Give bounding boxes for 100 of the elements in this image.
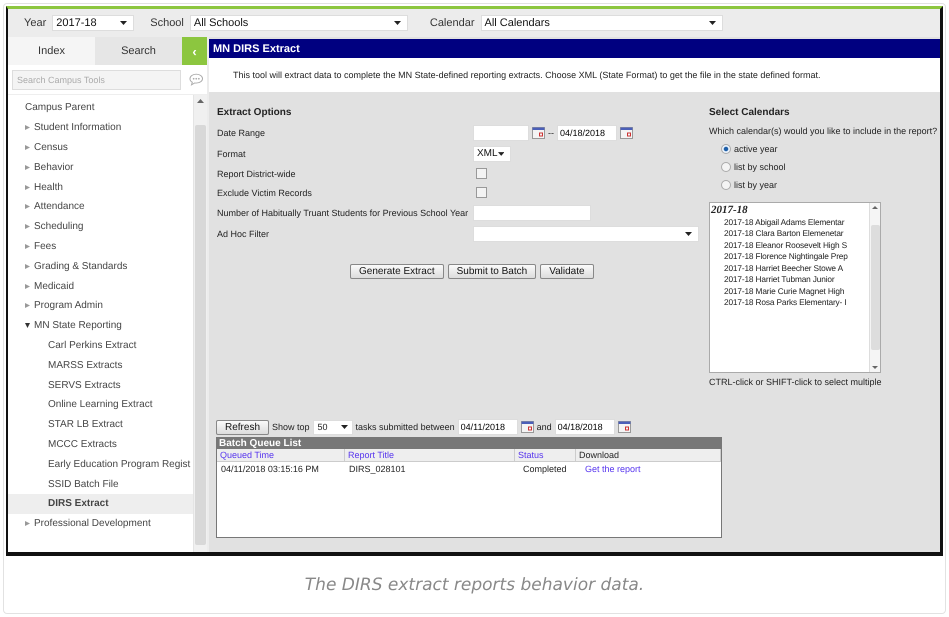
tree-item[interactable]: Carl Perkins Extract [8,336,193,356]
tree-item[interactable]: MCCC Extracts [8,434,193,454]
tree-item[interactable]: Grading & Standards [8,256,193,276]
field-label: Exclude Victim Records [217,188,313,198]
checkbox[interactable] [476,187,487,198]
caret-icon [340,425,348,429]
tree-item[interactable]: MARSS Extracts [8,355,193,376]
triangle-icon [25,323,30,328]
calendar-option[interactable]: 2017-18 Marie Curie Magnet High [711,286,869,297]
tree-item[interactable]: Professional Development [8,514,193,534]
tree-item[interactable]: Attendance [8,196,193,217]
calendar-question: Which calendar(s) would you like to include in the report? [709,125,938,138]
section-heading: Select Calendars [709,106,791,120]
report-link[interactable]: Get the report [576,464,641,474]
calendar-listbox[interactable] [709,202,881,373]
start-date-field[interactable] [473,124,529,140]
tree-item[interactable]: Scheduling [8,216,193,237]
action-button[interactable]: Generate Extract [350,264,444,279]
triangle-icon [25,244,30,249]
refresh-button[interactable]: Refresh [216,420,270,434]
calendar-icon[interactable] [620,126,633,138]
tree-item[interactable]: MN State Reporting [8,316,193,336]
description: This tool will extract data to complete the MN State-defined reporting extracts. Choose XML (State Format) to get the file in the state defined format. [209,58,940,92]
sidebar-tab[interactable]: Index [8,37,95,65]
from-date-field[interactable]: 04/11/2018 [458,419,518,435]
field-label: Number of Habitually Truant Students for Previous School Year [217,208,470,218]
caret-icon [120,21,128,25]
tree-item[interactable]: Campus Parent [8,98,193,118]
calendar-option[interactable]: 2017-18 Harriet Beecher Stowe A [711,262,869,274]
action-button[interactable]: Validate [540,264,594,279]
calendar-option[interactable]: 2017-18 Eleanor Roosevelt High S [711,240,869,251]
scroll-up-icon[interactable] [872,206,878,209]
selection-hint: CTRL-click or SHIFT-click to select multiple [709,376,883,389]
column-header[interactable]: Status [515,449,576,461]
calendar-label: Calendar [430,17,475,29]
column-header[interactable]: Report Title [345,449,515,461]
tree-label: Medicaid [34,280,74,292]
tree-item[interactable]: Medicaid [8,276,193,296]
tree-label: Attendance [34,201,85,212]
caret-icon [498,152,504,156]
calendar-icon[interactable] [520,421,534,433]
number-field[interactable] [473,204,591,220]
calendar-option[interactable]: 2017-18 Rosa Parks Elementary- I [711,297,869,308]
triangle-icon [25,521,30,526]
tree-item[interactable]: Program Admin [8,296,193,316]
calendar-option[interactable]: 2017-18 Florence Nightingale Prep [711,251,869,262]
table-cell-text: DIRS_028101 [348,464,407,474]
tree-item[interactable]: Health [8,177,193,197]
to-date-field[interactable]: 04/18/2018 [554,419,615,435]
tree-label: Scheduling [34,221,84,232]
field-label: Ad Hoc Filter [217,228,270,238]
triangle-icon [25,144,30,150]
tree-item[interactable]: Behavior [8,157,193,178]
table-cell-text: Completed [522,464,568,474]
tree-item[interactable]: STAR LB Extract [8,414,193,435]
calendar-option[interactable]: 2017-18 Harriet Tubman Junior [711,274,869,286]
checkbox[interactable] [476,168,487,179]
column-header[interactable]: Queued Time [217,449,345,461]
tree-item[interactable]: Student Information [8,118,193,138]
school-select[interactable]: All Schools [190,15,408,31]
triangle-icon [25,184,30,190]
tree-item[interactable]: SERVS Extracts [8,375,193,395]
calendar-icon[interactable] [532,126,545,138]
triangle-icon [25,204,30,210]
tree-item[interactable]: Fees [8,236,193,256]
count-select[interactable]: 50 [312,420,353,434]
scroll-down-icon[interactable] [872,366,878,369]
radio-option[interactable]: active year [709,140,940,158]
triangle-icon [25,303,30,308]
scrollbar[interactable] [193,95,207,552]
radio-option[interactable]: list by school [709,158,940,176]
tree-label: Program Admin [34,300,103,312]
action-button[interactable]: Submit to Batch [448,264,536,279]
caret-icon [708,21,716,25]
calendar-option[interactable]: 2017-18 Clara Barton Elemenetar [711,228,869,240]
tree-item[interactable]: Online Learning Extract [8,394,193,415]
search-field[interactable]: Search Campus Tools [12,70,180,90]
radio-option[interactable]: list by year [709,176,940,194]
tree-item[interactable]: DIRS Extract [8,494,193,514]
triangle-icon [25,224,30,230]
tree-label: MN State Reporting [34,320,122,332]
scroll-up-icon[interactable] [197,99,204,103]
caret-icon [685,232,692,236]
calendar-option[interactable]: 2017-18 Abigail Adams Elementar [711,216,869,228]
section-heading: Extract Options [217,106,292,120]
end-date-field[interactable]: 04/18/2018 [557,124,617,140]
year-select[interactable]: 2017-18 [52,15,134,31]
tree-label: Health [34,182,63,193]
calendar-icon[interactable] [618,421,631,433]
triangle-icon [25,264,30,269]
tree-item[interactable]: Early Education Program Regist [8,454,193,474]
tree-item[interactable]: Census [8,138,193,158]
page-title: MN DIRS Extract [209,39,940,58]
tree-item[interactable]: SSID Batch File [8,474,193,494]
field-label: Format [217,148,247,158]
scrollbar[interactable] [869,203,880,372]
triangle-icon [25,164,30,170]
format-select[interactable]: XML [473,146,511,162]
sidebar-tab[interactable]: Search [95,37,182,65]
calendar-select[interactable]: All Calendars [480,15,723,31]
